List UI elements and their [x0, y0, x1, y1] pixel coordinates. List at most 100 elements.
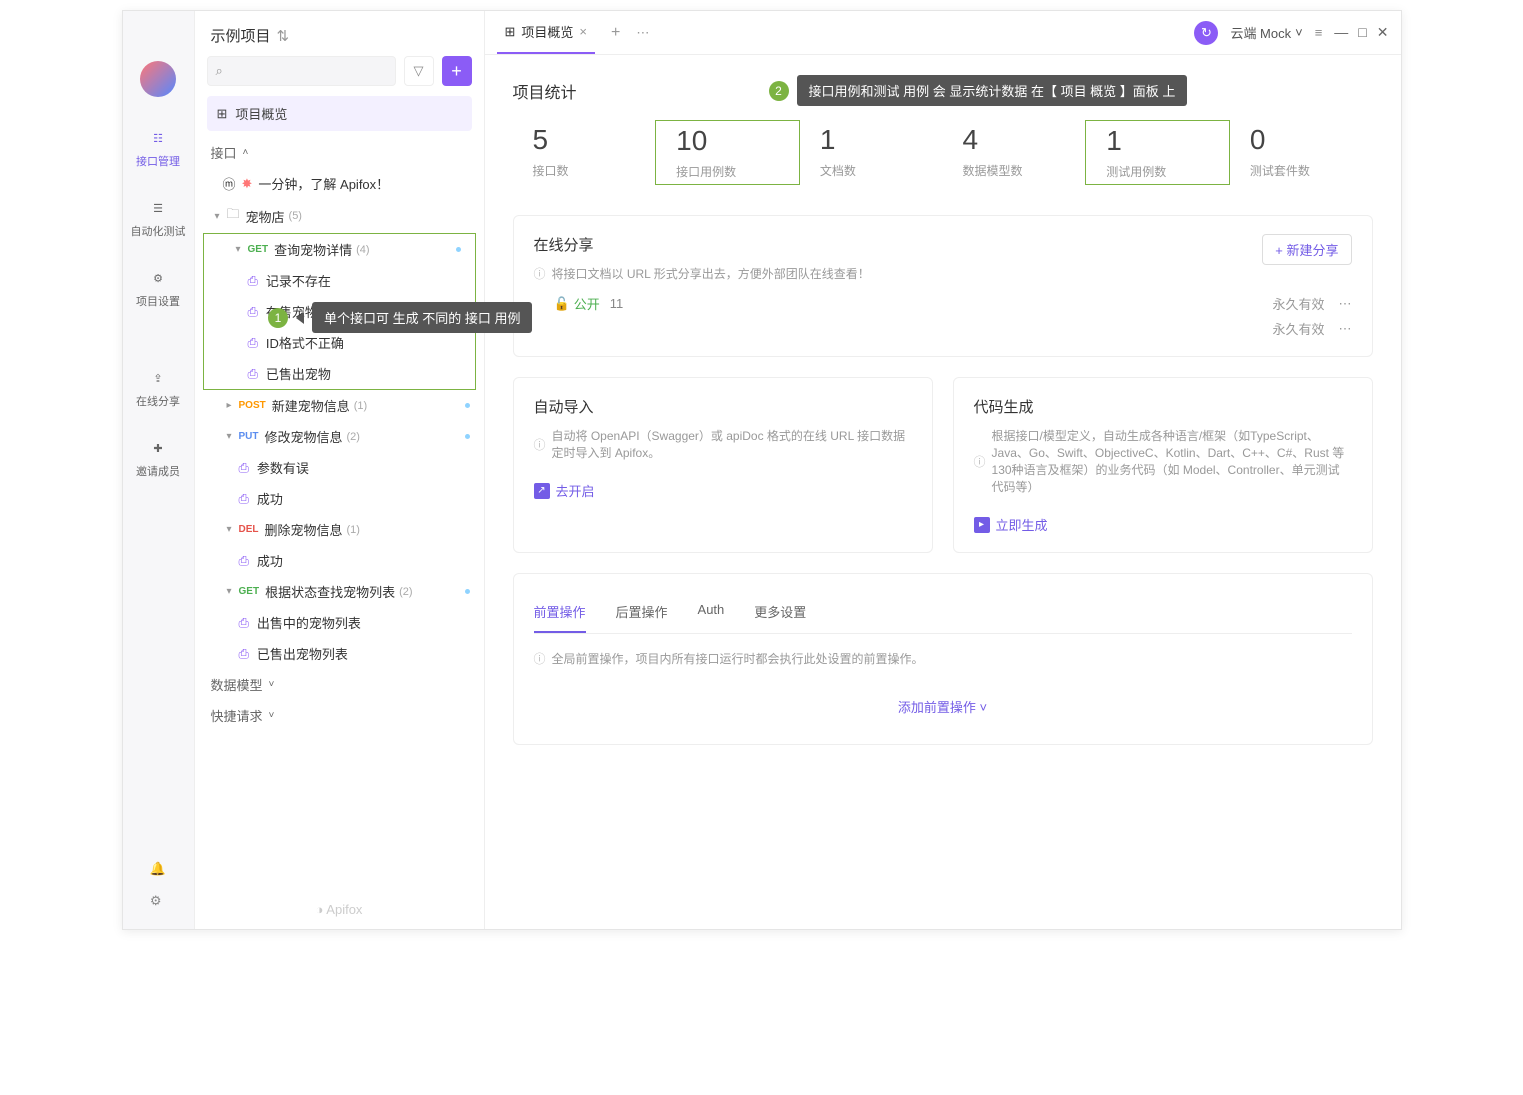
annotation-text: 接口用例和测试 用例 会 显示统计数据 在【 项目 概览 】面板 上: [797, 75, 1188, 106]
api-count: (2): [347, 431, 360, 443]
section-api[interactable]: 接口 ˄: [195, 137, 484, 168]
share-row[interactable]: 🔓 公开 11 永久有效 ⋯: [534, 282, 1352, 313]
tab-add-button[interactable]: +: [605, 24, 626, 42]
tree-case-row[interactable]: ⎙参数有误: [195, 452, 484, 483]
case-label: 记录不存在: [266, 271, 331, 290]
tree-api-row[interactable]: ▾ DEL 删除宠物信息 (1): [195, 514, 484, 545]
section-model[interactable]: 数据模型 ˅: [195, 669, 484, 700]
status-dot: [456, 247, 461, 252]
gear-icon[interactable]: ⚙: [150, 893, 166, 909]
chevron-down-icon: ˅: [980, 700, 988, 715]
section-quick[interactable]: 快捷请求 ˅: [195, 700, 484, 731]
case-label: 出售中的宠物列表: [257, 613, 361, 632]
status-dot: [465, 403, 470, 408]
case-label: 成功: [257, 551, 283, 570]
stat-num: 0: [1250, 124, 1353, 156]
status-dot: [465, 434, 470, 439]
chevron-down-icon: ˅: [1295, 25, 1303, 40]
rail-label: 在线分享: [136, 393, 180, 409]
api-count: (2): [399, 586, 412, 598]
add-pre-op-button[interactable]: 添加前置操作 ˅: [534, 667, 1352, 726]
rail-invite[interactable]: ✚ 邀请成员: [136, 437, 180, 479]
search-input[interactable]: ⌕: [207, 56, 396, 86]
close-window-icon[interactable]: ✕: [1377, 24, 1389, 41]
tree-api-row[interactable]: ▾ GET 根据状态查找宠物列表 (2): [195, 576, 484, 607]
filter-button[interactable]: ▽: [404, 56, 434, 86]
card-desc: 根据接口/模型定义，自动生成各种语言/框架（如TypeScript、Java、G…: [992, 427, 1352, 495]
annotation-text: 单个接口可 生成 不同的 接口 用例: [312, 302, 532, 333]
api-count: (1): [354, 400, 367, 412]
more-icon[interactable]: ⋯: [1339, 321, 1352, 337]
share-icon: ⇪: [147, 367, 169, 389]
tab-overview[interactable]: ⊞ 项目概览 ×: [497, 11, 596, 54]
more-icon[interactable]: ⋯: [1339, 296, 1352, 312]
inner-tab-pre[interactable]: 前置操作: [534, 592, 586, 633]
stat-label: 测试用例数: [1106, 163, 1209, 180]
tree-api-row[interactable]: ▸ POST 新建宠物信息 (1): [195, 390, 484, 421]
stats-title: 项目统计: [513, 79, 577, 103]
code-icon: ▸: [974, 517, 990, 533]
add-button[interactable]: +: [442, 56, 472, 86]
tab-more-button[interactable]: ⋯: [636, 25, 649, 41]
share-num: 11: [610, 296, 624, 311]
rail-settings[interactable]: ⚙ 项目设置: [136, 267, 180, 309]
close-icon[interactable]: ×: [579, 24, 587, 39]
sidebar-logo: ◑ Apifox: [195, 890, 484, 929]
tree-api-row[interactable]: ▾ PUT 修改宠物信息 (2): [195, 421, 484, 452]
stat-label: 测试套件数: [1250, 162, 1353, 179]
inner-tab-more[interactable]: 更多设置: [754, 592, 806, 633]
tree-case-row[interactable]: ⎙出售中的宠物列表: [195, 607, 484, 638]
stat-item-highlighted: 1 测试用例数: [1085, 120, 1230, 185]
chevron-down-icon: ˅: [269, 679, 275, 690]
tree-case-row[interactable]: ⎙记录不存在: [204, 265, 475, 296]
minimize-icon[interactable]: —: [1334, 24, 1348, 41]
env-refresh-button[interactable]: ↻: [1194, 21, 1218, 45]
rail-automation[interactable]: ☰ 自动化测试: [131, 197, 186, 239]
tree-intro-item[interactable]: ⓜ ✸ 一分钟，了解 Apifox！: [195, 168, 484, 199]
api-name: 查询宠物详情: [274, 240, 352, 259]
chevron-updown-icon[interactable]: ⇅: [277, 27, 290, 45]
api-name: 修改宠物信息: [265, 427, 343, 446]
rail-share[interactable]: ⇪ 在线分享: [136, 367, 180, 409]
rail-api-mgmt[interactable]: ☷ 接口管理: [136, 127, 180, 169]
rail-label: 项目设置: [136, 293, 180, 309]
tree-case-row[interactable]: ⎙ 成功: [195, 545, 484, 576]
case-label: 成功: [257, 489, 283, 508]
logo-icon: ◑: [316, 902, 327, 917]
share-status: 🔓 公开: [554, 294, 600, 313]
inner-tab-post[interactable]: 后置操作: [616, 592, 668, 633]
auto-import-action[interactable]: ↗ 去开启: [534, 481, 912, 500]
share-desc: 将接口文档以 URL 形式分享出去，方便外部团队在线查看！: [552, 265, 870, 282]
case-icon: ⎙: [248, 335, 258, 351]
inner-tab-auth[interactable]: Auth: [698, 592, 725, 633]
annotation-2: 2 接口用例和测试 用例 会 显示统计数据 在【 项目 概览 】面板 上: [769, 75, 1188, 106]
code-gen-action[interactable]: ▸ 立即生成: [974, 515, 1352, 534]
share-title: 在线分享: [534, 234, 1352, 255]
share-row[interactable]: 永久有效 ⋯: [534, 313, 1352, 338]
tree-api-row[interactable]: ▾ GET 查询宠物详情 (4): [204, 234, 475, 265]
case-icon: ⎙: [239, 553, 249, 569]
case-icon: ⎙: [239, 491, 249, 507]
case-icon: ⎙: [239, 646, 249, 662]
http-method: GET: [248, 244, 269, 255]
info-icon: ⓘ: [534, 265, 546, 282]
new-share-button[interactable]: + 新建分享: [1262, 234, 1351, 265]
sidebar-overview[interactable]: ⊞ 项目概览: [207, 96, 472, 131]
env-selector[interactable]: 云端 Mock ˅: [1230, 23, 1302, 42]
tree-case-row[interactable]: ⎙ 成功: [195, 483, 484, 514]
tree-case-row[interactable]: ⎙已售出宠物列表: [195, 638, 484, 669]
bell-icon[interactable]: 🔔: [150, 861, 166, 877]
case-label: 参数有误: [257, 458, 309, 477]
maximize-icon[interactable]: □: [1358, 24, 1366, 41]
project-name[interactable]: 示例项目: [211, 25, 271, 46]
list-icon[interactable]: ≡: [1315, 25, 1323, 40]
action-label: 去开启: [556, 481, 595, 500]
settings-desc: 全局前置操作，项目内所有接口运行时都会执行此处设置的前置操作。: [552, 650, 924, 667]
chevron-down-icon: ˅: [269, 710, 275, 721]
annotation-1: 1 单个接口可 生成 不同的 接口 用例: [268, 302, 532, 333]
tree-folder[interactable]: ▾ 🗀 宠物店 (5): [195, 199, 484, 233]
tree-case-row[interactable]: ⎙已售出宠物: [204, 358, 475, 389]
user-avatar[interactable]: [140, 61, 176, 97]
doc-icon: ⓜ: [223, 174, 236, 193]
auto-import-card: 自动导入 ⓘ 自动将 OpenAPI（Swagger）或 apiDoc 格式的在…: [513, 377, 933, 553]
